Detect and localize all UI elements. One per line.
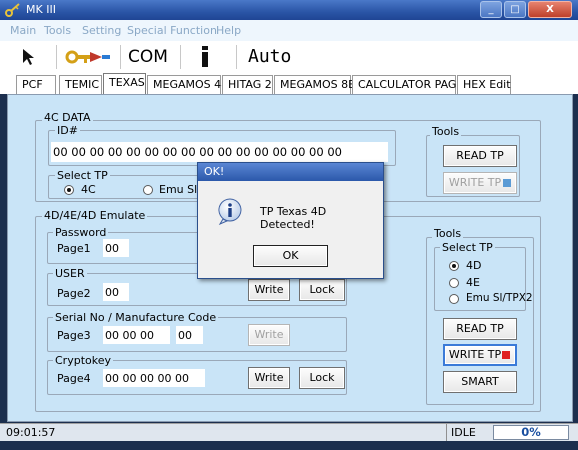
- status-divider: [446, 424, 447, 441]
- info-icon: [218, 198, 242, 225]
- com-button[interactable]: COM: [128, 47, 168, 67]
- menu-bar: Main Tools Setting Special Function Help: [0, 20, 578, 41]
- user-write-button[interactable]: Write: [248, 279, 290, 301]
- cryptokey-title: Cryptokey: [53, 354, 113, 367]
- menu-setting[interactable]: Setting: [82, 24, 121, 37]
- app-key-icon: [5, 3, 20, 17]
- radio-emu-slt[interactable]: [143, 185, 153, 195]
- tab-calculator-page[interactable]: CALCULATOR PAGE: [352, 75, 463, 94]
- radio-4e[interactable]: [449, 278, 459, 288]
- toolbar: COM Auto: [0, 41, 578, 73]
- tab-megamos48[interactable]: MEGAMOS 48: [147, 75, 228, 94]
- tab-strip: PCF TEMIC TEXAS MEGAMOS 48 HITAG 2 MEGAM…: [0, 73, 578, 94]
- status-time: 09:01:57: [6, 426, 56, 439]
- page1-field[interactable]: 00: [103, 239, 129, 257]
- menu-main[interactable]: Main: [10, 24, 36, 37]
- tab-pcf[interactable]: PCF: [16, 75, 56, 94]
- dialog-message: TP Texas 4D Detected!: [260, 205, 327, 231]
- crypto-write-button[interactable]: Write: [248, 367, 290, 389]
- ok-dialog: OK! TP Texas 4D Detected! OK: [197, 162, 384, 279]
- page3-label: Page3: [57, 329, 91, 342]
- status-state: IDLE: [451, 426, 476, 439]
- radio-4c[interactable]: [64, 185, 74, 195]
- emulate-title: 4D/4E/4D Emulate: [42, 209, 148, 222]
- page2-field[interactable]: 00: [103, 283, 129, 301]
- user-lock-button[interactable]: Lock: [299, 279, 345, 301]
- minimize-button[interactable]: _: [480, 1, 502, 18]
- select-tp-title: Select TP: [55, 169, 110, 182]
- tab-hex-edit[interactable]: HEX Edit: [457, 75, 511, 94]
- dialog-ok-button[interactable]: OK: [253, 245, 328, 267]
- dialog-title-bar: OK!: [198, 163, 383, 181]
- serial-title: Serial No / Manufacture Code: [53, 311, 219, 324]
- key-transfer-icon[interactable]: [64, 44, 112, 70]
- id-value-field[interactable]: 00 00 00 00 00 00 00 00 00 00 00 00 00 0…: [51, 142, 388, 162]
- toolbar-separator: [236, 45, 237, 69]
- write-tp-top-label: WRITE TP: [448, 176, 502, 189]
- tab-megamos8e[interactable]: MEGAMOS 8E: [274, 75, 355, 94]
- dialog-title: OK!: [204, 165, 225, 178]
- select-tp-bottom-title: Select TP: [440, 241, 495, 254]
- tab-temic[interactable]: TEMIC: [59, 75, 102, 94]
- tools-top-title: Tools: [430, 125, 462, 138]
- red-square-icon: [502, 351, 510, 359]
- toolbar-separator: [120, 45, 121, 69]
- menu-tools[interactable]: Tools: [44, 24, 71, 37]
- radio-emu-tpx2-label: Emu Sl/TPX2: [466, 292, 533, 304]
- title-bar: MK III _ □ X: [0, 0, 578, 20]
- close-button[interactable]: X: [528, 1, 572, 18]
- auto-button[interactable]: Auto: [248, 46, 291, 67]
- tools-bottom-title: Tools: [432, 227, 464, 240]
- page4-field[interactable]: 00 00 00 00 00: [103, 369, 205, 387]
- radio-4e-label: 4E: [466, 276, 480, 289]
- smart-button[interactable]: SMART: [443, 371, 517, 393]
- toolbar-separator: [56, 45, 57, 69]
- page4-label: Page4: [57, 372, 91, 385]
- group-title-4c-data: 4C DATA: [42, 111, 93, 124]
- radio-emu-tpx2[interactable]: [449, 294, 459, 304]
- read-tp-button-bottom[interactable]: READ TP: [443, 318, 517, 340]
- password-title: Password: [53, 226, 109, 239]
- page3-field[interactable]: 00 00 00: [103, 326, 170, 344]
- crypto-lock-button[interactable]: Lock: [299, 367, 345, 389]
- user-title: USER: [53, 267, 87, 280]
- read-tp-button-top[interactable]: READ TP: [443, 145, 517, 167]
- radio-4c-label: 4C: [81, 183, 96, 196]
- id-label: ID#: [55, 124, 80, 137]
- menu-help[interactable]: Help: [216, 24, 241, 37]
- write-tp-bottom-label: WRITE TP: [448, 348, 502, 361]
- radio-4d-label: 4D: [466, 259, 482, 272]
- page3-field-2[interactable]: 00: [176, 326, 203, 344]
- tab-hitag2[interactable]: HITAG 2: [222, 75, 273, 94]
- serial-write-button[interactable]: Write: [248, 324, 290, 346]
- page1-label: Page1: [57, 242, 91, 255]
- status-bar: 09:01:57 IDLE 0%: [0, 423, 578, 441]
- menu-special-function[interactable]: Special Function: [127, 24, 217, 37]
- write-tp-button-bottom[interactable]: WRITE TP: [443, 344, 517, 366]
- write-tp-button-top[interactable]: WRITE TP: [443, 172, 517, 194]
- pointer-cursor-icon[interactable]: [18, 44, 40, 70]
- maximize-button[interactable]: □: [504, 1, 526, 18]
- toolbar-separator: [180, 45, 181, 69]
- page2-label: Page2: [57, 287, 91, 300]
- progress-indicator: 0%: [493, 425, 569, 440]
- tab-texas[interactable]: TEXAS: [103, 73, 146, 94]
- device-info-icon[interactable]: [198, 44, 212, 70]
- window-title: MK III: [26, 3, 56, 16]
- radio-4d[interactable]: [449, 261, 459, 271]
- blue-square-icon: [503, 179, 511, 187]
